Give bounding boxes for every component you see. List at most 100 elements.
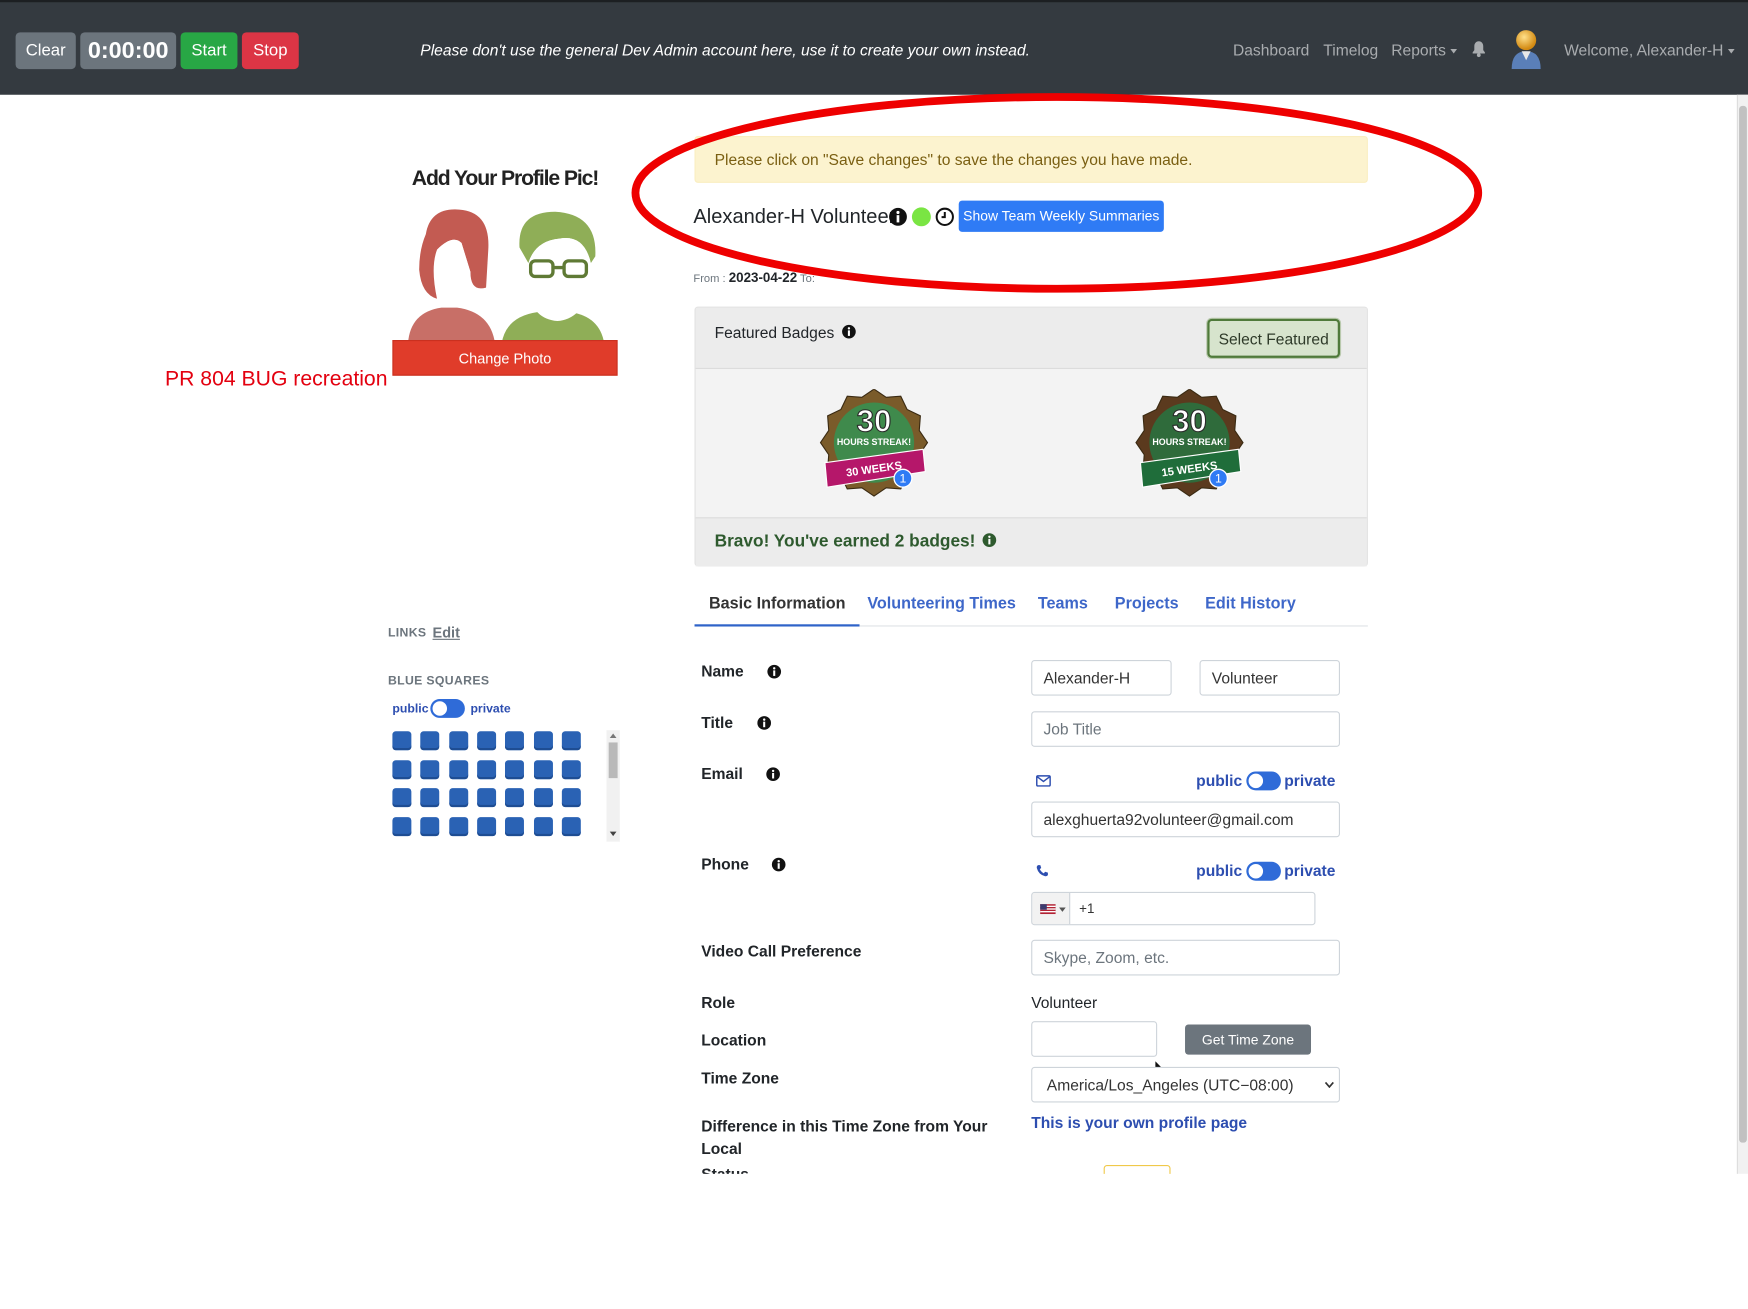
badge-count: 1 <box>1215 472 1222 486</box>
blue-square[interactable] <box>561 731 581 751</box>
scroll-down-arrow-icon[interactable] <box>609 831 618 838</box>
blue-square[interactable] <box>448 816 468 836</box>
info-icon[interactable] <box>766 767 780 782</box>
blue-square[interactable] <box>505 788 525 808</box>
timer-display: 0:00:00 <box>80 32 177 70</box>
email-visibility-toggle[interactable] <box>1246 771 1281 791</box>
status-label: Status <box>701 1164 749 1174</box>
badges-card-header: Featured Badges Select Featured <box>695 307 1367 369</box>
video-call-preference-input[interactable]: Skype, Zoom, etc. <box>1031 939 1340 976</box>
blue-square[interactable] <box>392 759 412 779</box>
blue-square[interactable] <box>477 759 496 779</box>
blue-square[interactable] <box>533 788 553 808</box>
phone-visibility-toggle[interactable] <box>1246 861 1281 881</box>
blue-squares-private-label: private <box>470 702 511 716</box>
blue-square[interactable] <box>477 816 496 836</box>
role-label: Role <box>701 993 736 1012</box>
select-featured-button[interactable]: Select Featured <box>1207 318 1340 358</box>
blue-square[interactable] <box>448 731 468 751</box>
navbar-notice: Please don't use the general Dev Admin a… <box>420 41 1031 60</box>
location-input[interactable] <box>1031 1021 1158 1057</box>
last-name-input[interactable]: Volunteer <box>1199 659 1340 696</box>
nav-reports-dropdown[interactable]: Reports <box>1391 41 1458 59</box>
blue-squares-public-label: public <box>392 702 429 716</box>
info-icon[interactable] <box>982 533 997 547</box>
blue-squares-visibility-toggle[interactable] <box>430 698 465 718</box>
first-name-input[interactable]: Alexander-H <box>1031 659 1172 696</box>
blue-square[interactable] <box>420 759 440 779</box>
user-avatar[interactable] <box>1508 27 1544 70</box>
badges-earned-summary: Bravo! You've earned 2 badges! <box>695 517 1367 567</box>
chevron-down-icon <box>1727 49 1735 54</box>
blue-square[interactable] <box>533 816 553 836</box>
phone-label: Phone <box>701 855 749 873</box>
blue-square[interactable] <box>505 816 525 836</box>
info-icon[interactable] <box>757 716 772 730</box>
badge-icon[interactable]: 30HOURS STREAK!15 WEEKS1 <box>1134 389 1245 498</box>
tab-projects[interactable]: Projects <box>1115 591 1179 627</box>
title-label: Title <box>701 713 734 732</box>
links-edit-link[interactable]: Edit <box>433 624 460 641</box>
nav-timelog-link[interactable]: Timelog <box>1323 41 1378 59</box>
info-icon[interactable] <box>842 324 857 339</box>
blue-square[interactable] <box>561 788 581 808</box>
profile-pic-placeholder-image[interactable] <box>392 201 617 344</box>
blue-square[interactable] <box>561 816 581 836</box>
tab-edit-history[interactable]: Edit History <box>1205 591 1296 627</box>
page-scrollbar-thumb[interactable] <box>1739 105 1747 1143</box>
blue-square[interactable] <box>392 788 412 808</box>
email-public-label: public <box>1196 771 1243 790</box>
scroll-up-arrow-icon[interactable] <box>609 732 618 739</box>
email-input[interactable]: alexghuerta92volunteer@gmail.com <box>1031 801 1340 838</box>
job-title-input[interactable]: Job Title <box>1031 711 1340 747</box>
start-timer-button[interactable]: Start <box>180 32 238 70</box>
time-zone-select[interactable]: America/Los_Angeles (UTC−08:00) <box>1031 1066 1340 1103</box>
name-label: Name <box>701 662 744 681</box>
blue-square[interactable] <box>392 731 412 751</box>
tab-basic-information[interactable]: Basic Information <box>694 591 861 627</box>
phone-input[interactable]: +1 <box>1031 891 1316 926</box>
info-icon[interactable] <box>771 857 786 872</box>
blue-square[interactable] <box>477 788 496 808</box>
email-label: Email <box>701 764 743 783</box>
tab-teams[interactable]: Teams <box>1038 591 1088 627</box>
chevron-down-icon <box>1059 907 1066 912</box>
blue-square[interactable] <box>448 788 468 808</box>
country-selector[interactable] <box>1032 892 1071 925</box>
chevron-down-icon <box>1450 49 1458 54</box>
blue-square[interactable] <box>420 816 440 836</box>
badge-icon[interactable]: 30HOURS STREAK!30 WEEKS1 <box>818 389 929 498</box>
featured-badges-title: Featured Badges <box>715 323 857 341</box>
chevron-down-icon <box>1324 1081 1334 1089</box>
profile-tabs: Basic Information Volunteering Times Tea… <box>694 591 1368 627</box>
blue-squares-label: BLUE SQUARES <box>387 674 490 688</box>
tab-volunteering-times[interactable]: Volunteering Times <box>867 591 1016 627</box>
change-photo-button[interactable]: Change Photo <box>392 340 618 376</box>
status-toggle[interactable] <box>1103 1164 1171 1174</box>
welcome-user-dropdown[interactable]: Welcome, Alexander-H <box>1564 41 1735 59</box>
clear-timer-button[interactable]: Clear <box>15 32 76 70</box>
role-value: Volunteer <box>1031 993 1098 1012</box>
blue-square[interactable] <box>505 759 525 779</box>
blue-square[interactable] <box>448 759 468 779</box>
badges-list: 30 HOURS STREAK! 30 WEEKS 1 30 HOURS STREAK! 1… <box>695 368 1367 518</box>
blue-square[interactable] <box>561 759 581 779</box>
blue-square[interactable] <box>420 788 440 808</box>
blue-square[interactable] <box>392 816 412 836</box>
phone-icon <box>1036 865 1048 877</box>
blue-squares-scroll-thumb[interactable] <box>608 742 618 779</box>
time-zone-label: Time Zone <box>701 1069 779 1087</box>
info-icon[interactable] <box>767 664 782 679</box>
blue-square[interactable] <box>477 731 496 751</box>
top-navbar: Clear 0:00:00 Start Stop Please don't us… <box>0 0 1748 95</box>
blue-square[interactable] <box>505 731 525 751</box>
toggle-knob <box>1248 863 1264 879</box>
blue-square[interactable] <box>533 731 553 751</box>
bell-icon[interactable] <box>1470 40 1487 58</box>
blue-square[interactable] <box>533 759 553 779</box>
stop-timer-button[interactable]: Stop <box>241 32 299 70</box>
nav-dashboard-link[interactable]: Dashboard <box>1233 41 1309 59</box>
blue-square[interactable] <box>420 731 440 751</box>
bravo-text: Bravo! You've earned 2 badges! <box>714 531 976 551</box>
get-time-zone-button[interactable]: Get Time Zone <box>1185 1024 1312 1055</box>
